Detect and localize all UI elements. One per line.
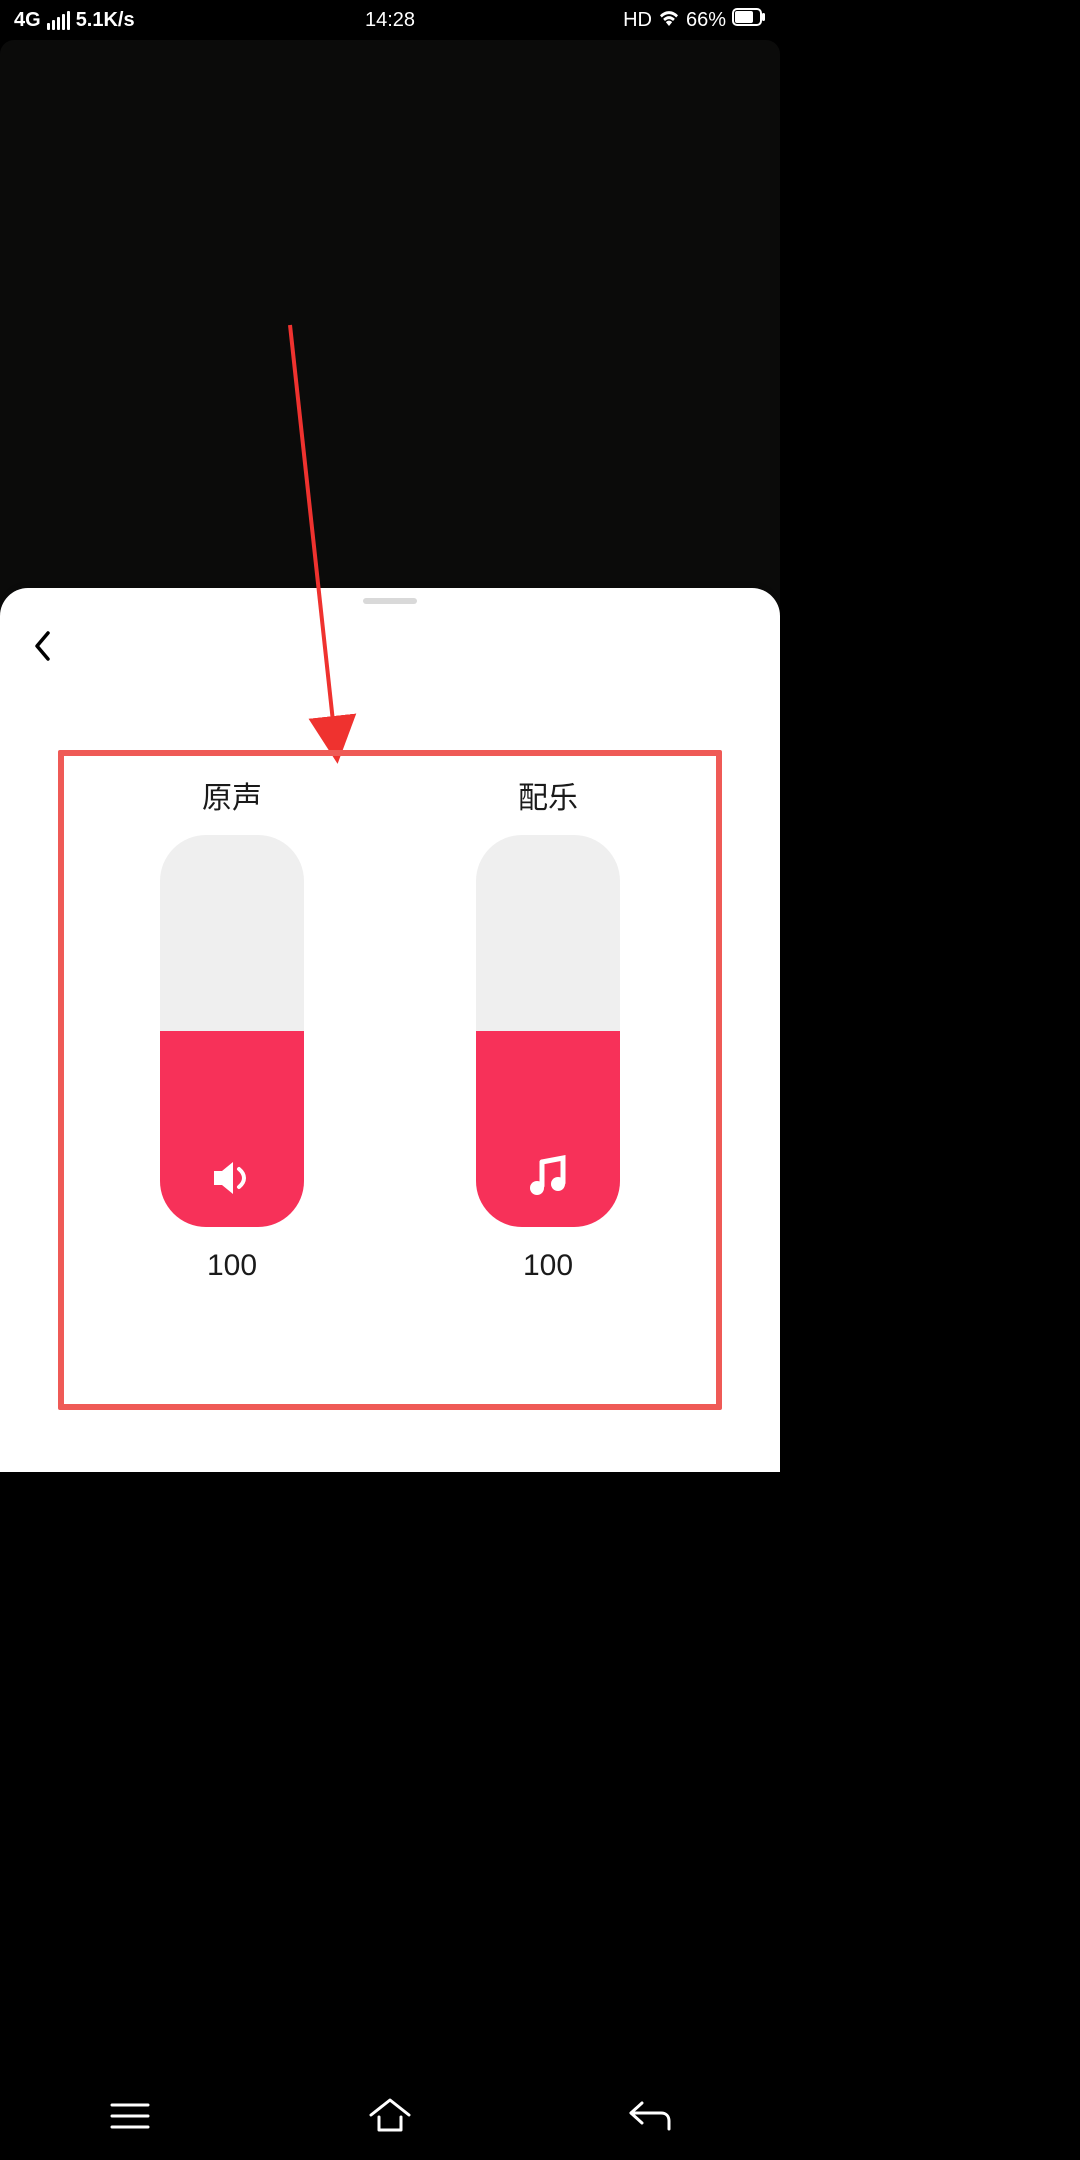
clock: 14:28 xyxy=(365,9,415,32)
nav-home-button[interactable] xyxy=(360,2086,420,2146)
original-sound-label: 原声 xyxy=(202,773,262,817)
nav-menu-button[interactable] xyxy=(100,2086,160,2146)
status-right: HD 66% xyxy=(623,8,766,32)
original-sound-slider[interactable] xyxy=(160,835,304,1227)
app-area: 原声 100 配乐 xyxy=(0,40,780,1472)
back-button[interactable] xyxy=(22,626,62,666)
status-bar: 4G 5.1K/s 14:28 HD 66% xyxy=(0,0,780,40)
video-preview-area xyxy=(0,40,780,630)
music-label: 配乐 xyxy=(518,773,578,817)
chevron-left-icon xyxy=(32,630,52,662)
speaker-icon xyxy=(208,1156,256,1205)
system-nav-bar xyxy=(0,2072,780,2160)
signal-icon xyxy=(47,11,70,30)
network-label: 4G xyxy=(14,9,41,32)
original-sound-control: 原声 100 xyxy=(160,773,304,1283)
nav-back-button[interactable] xyxy=(620,2086,680,2146)
volume-sheet: 原声 100 配乐 xyxy=(0,588,780,1472)
music-slider[interactable] xyxy=(476,835,620,1227)
status-left: 4G 5.1K/s xyxy=(14,9,135,32)
back-icon xyxy=(627,2099,673,2133)
menu-icon xyxy=(109,2101,151,2131)
wifi-icon xyxy=(658,8,680,32)
battery-pct: 66% xyxy=(686,9,726,32)
battery-icon xyxy=(732,8,766,32)
music-value: 100 xyxy=(523,1249,573,1283)
net-speed: 5.1K/s xyxy=(76,9,135,32)
original-sound-value: 100 xyxy=(207,1249,257,1283)
sheet-drag-handle[interactable] xyxy=(363,598,417,604)
music-control: 配乐 100 xyxy=(476,773,620,1283)
hd-label: HD xyxy=(623,9,652,32)
volume-controls-row: 原声 100 配乐 xyxy=(0,773,780,1283)
home-icon xyxy=(367,2097,413,2135)
music-note-icon xyxy=(525,1154,571,1205)
